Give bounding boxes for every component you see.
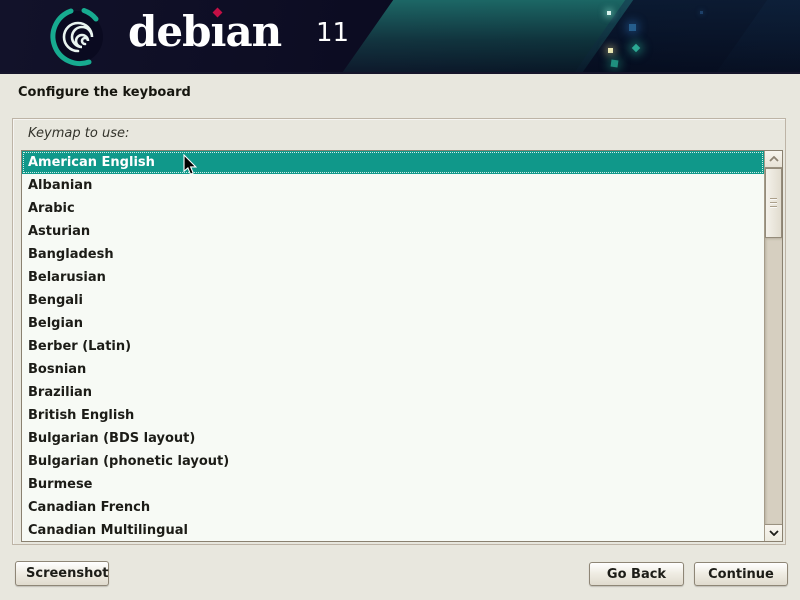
keymap-frame: Keymap to use: American EnglishAlbanianA… [12,118,786,545]
glow-square-icon [700,11,703,14]
keymap-listbox[interactable]: American EnglishAlbanianArabicAsturianBa… [21,150,783,542]
scroll-down-button[interactable] [765,524,782,541]
keymap-list-item[interactable]: Brazilian [22,381,764,404]
glow-square-icon [611,60,619,68]
keymap-list-item[interactable]: American English [22,151,764,174]
keymap-list-item[interactable]: Asturian [22,220,764,243]
wordmark-i-with-red-diamond: ı [210,7,225,56]
glow-square-icon [607,11,611,15]
go-back-button[interactable]: Go Back [589,562,684,586]
wordmark-part: deb [128,7,210,56]
keymap-list-item[interactable]: Bulgarian (phonetic layout) [22,450,764,473]
chevron-up-icon [769,156,779,162]
keymap-list-item[interactable]: Belarusian [22,266,764,289]
keymap-list-item[interactable]: British English [22,404,764,427]
glow-square-icon [608,48,613,53]
page-title: Configure the keyboard [18,85,191,100]
scrollbar-grip-icon [770,198,777,209]
scrollbar-track[interactable] [765,238,782,524]
keymap-list-item[interactable]: Arabic [22,197,764,220]
keymap-list-item[interactable]: Berber (Latin) [22,335,764,358]
continue-button[interactable]: Continue [694,562,788,586]
installer-window: debıan 11 Configure the keyboard Keymap … [0,0,800,600]
keymap-list-item[interactable]: Bulgarian (BDS layout) [22,427,764,450]
keymap-list-item[interactable]: Canadian Multilingual [22,519,764,541]
scrollbar-thumb[interactable] [765,168,782,238]
header-banner: debıan 11 [0,0,800,74]
keymap-list-item[interactable]: Bosnian [22,358,764,381]
keymap-list-item[interactable]: Belgian [22,312,764,335]
keymap-label: Keymap to use: [28,126,129,141]
debian-version-number: 11 [316,18,349,48]
screenshot-button[interactable]: Screenshot [15,561,109,586]
keymap-list-item[interactable]: Albanian [22,174,764,197]
vertical-scrollbar[interactable] [764,151,782,541]
debian-swirl-logo-icon [44,5,110,69]
keymap-list-item[interactable]: Bengali [22,289,764,312]
keymap-list: American EnglishAlbanianArabicAsturianBa… [22,151,764,541]
keymap-list-item[interactable]: Burmese [22,473,764,496]
keymap-list-item[interactable]: Bangladesh [22,243,764,266]
glow-square-icon [629,24,636,31]
keymap-list-item[interactable]: Canadian French [22,496,764,519]
debian-wordmark: debıan [128,9,281,55]
chevron-down-icon [769,530,779,536]
wordmark-part: an [225,7,281,56]
mouse-cursor-icon [183,154,198,176]
scroll-up-button[interactable] [765,151,782,168]
